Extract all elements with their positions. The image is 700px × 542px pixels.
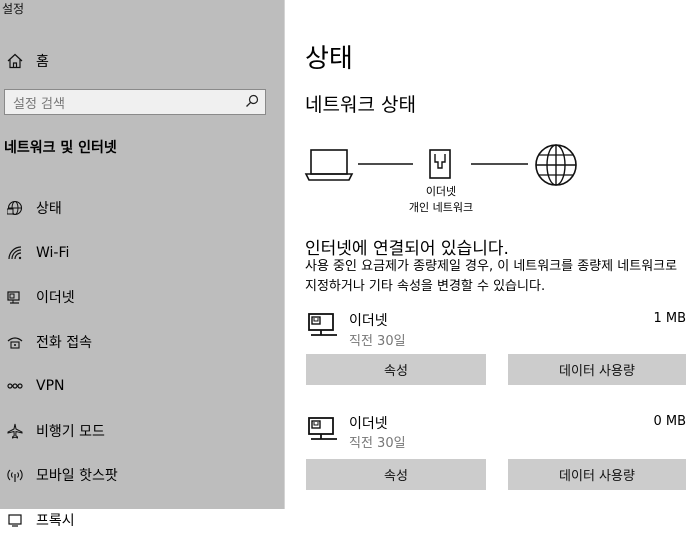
sidebar-item-label: Wi-Fi xyxy=(36,245,69,261)
sidebar-item-label: 상태 xyxy=(36,198,62,218)
sidebar-item-label: 모바일 핫스팟 xyxy=(36,465,118,485)
ethernet-adapter-icon xyxy=(307,310,341,340)
laptop-icon xyxy=(306,150,352,180)
sidebar-nav: 상태 Wi-Fi 이더넷 전화 접속 VPN xyxy=(4,186,274,542)
connection-status: 인터넷에 연결되어 있습니다. xyxy=(305,234,509,259)
sidebar-item-label: VPN xyxy=(36,378,65,394)
connection-period: 직전 30일 xyxy=(349,330,406,349)
sidebar-item-wifi[interactable]: Wi-Fi xyxy=(4,231,274,276)
sidebar: 설정 홈 설정 검색 네트워크 및 인터넷 상태 Wi-Fi xyxy=(0,0,285,509)
airplane-icon xyxy=(4,420,26,442)
connection-period: 직전 30일 xyxy=(349,432,406,451)
properties-button[interactable]: 속성 xyxy=(306,459,486,490)
window-title: 설정 xyxy=(2,0,24,17)
diagram-label: 이더넷 개인 네트워크 xyxy=(391,184,491,216)
connection-name: 이더넷 xyxy=(349,310,388,330)
ethernet-port-icon xyxy=(430,150,450,178)
internet-globe-icon xyxy=(536,145,576,185)
sidebar-section-title: 네트워크 및 인터넷 xyxy=(4,137,117,157)
ethernet-adapter-icon xyxy=(307,414,341,444)
dialup-icon xyxy=(4,331,26,353)
search-input[interactable]: 설정 검색 xyxy=(4,89,266,115)
sidebar-item-status[interactable]: 상태 xyxy=(4,186,274,231)
data-usage-button[interactable]: 데이터 사용량 xyxy=(508,354,686,385)
properties-button[interactable]: 속성 xyxy=(306,354,486,385)
proxy-icon xyxy=(4,509,26,531)
sidebar-item-label: 이더넷 xyxy=(36,287,75,307)
home-label: 홈 xyxy=(36,51,49,71)
home-icon xyxy=(4,53,26,69)
diagram-adapter-label: 이더넷 xyxy=(391,184,491,200)
connection-usage: 1 MB xyxy=(653,311,686,326)
vpn-icon xyxy=(4,375,26,397)
search-placeholder: 설정 검색 xyxy=(13,93,65,112)
hotspot-icon xyxy=(4,464,26,486)
sidebar-item-label: 비행기 모드 xyxy=(36,421,105,441)
main-content: 상태 네트워크 상태 이더넷 개인 네트워크 인터넷에 연결되어 있습니다. 사… xyxy=(285,0,700,509)
globe-icon xyxy=(4,197,26,219)
metered-description: 사용 중인 요금제가 종량제일 경우, 이 네트워크를 종량제 네트워크로 지정… xyxy=(305,257,690,297)
sidebar-item-label: 전화 접속 xyxy=(36,332,92,352)
wifi-icon xyxy=(4,242,26,264)
sidebar-item-hotspot[interactable]: 모바일 핫스팟 xyxy=(4,453,274,498)
sidebar-item-proxy[interactable]: 프록시 xyxy=(4,498,274,542)
sidebar-item-ethernet[interactable]: 이더넷 xyxy=(4,275,274,320)
sidebar-item-vpn[interactable]: VPN xyxy=(4,364,274,409)
sidebar-item-dialup[interactable]: 전화 접속 xyxy=(4,320,274,365)
sidebar-home[interactable]: 홈 xyxy=(4,50,49,72)
page-title: 상태 xyxy=(305,38,353,75)
search-icon[interactable] xyxy=(245,93,259,112)
ethernet-icon xyxy=(4,286,26,308)
sidebar-item-label: 프록시 xyxy=(36,510,75,530)
diagram-network-label: 개인 네트워크 xyxy=(391,200,491,216)
network-status-heading: 네트워크 상태 xyxy=(305,90,416,117)
data-usage-button[interactable]: 데이터 사용량 xyxy=(508,459,686,490)
connection-usage: 0 MB xyxy=(653,414,686,429)
sidebar-item-airplane[interactable]: 비행기 모드 xyxy=(4,409,274,454)
connection-name: 이더넷 xyxy=(349,413,388,433)
